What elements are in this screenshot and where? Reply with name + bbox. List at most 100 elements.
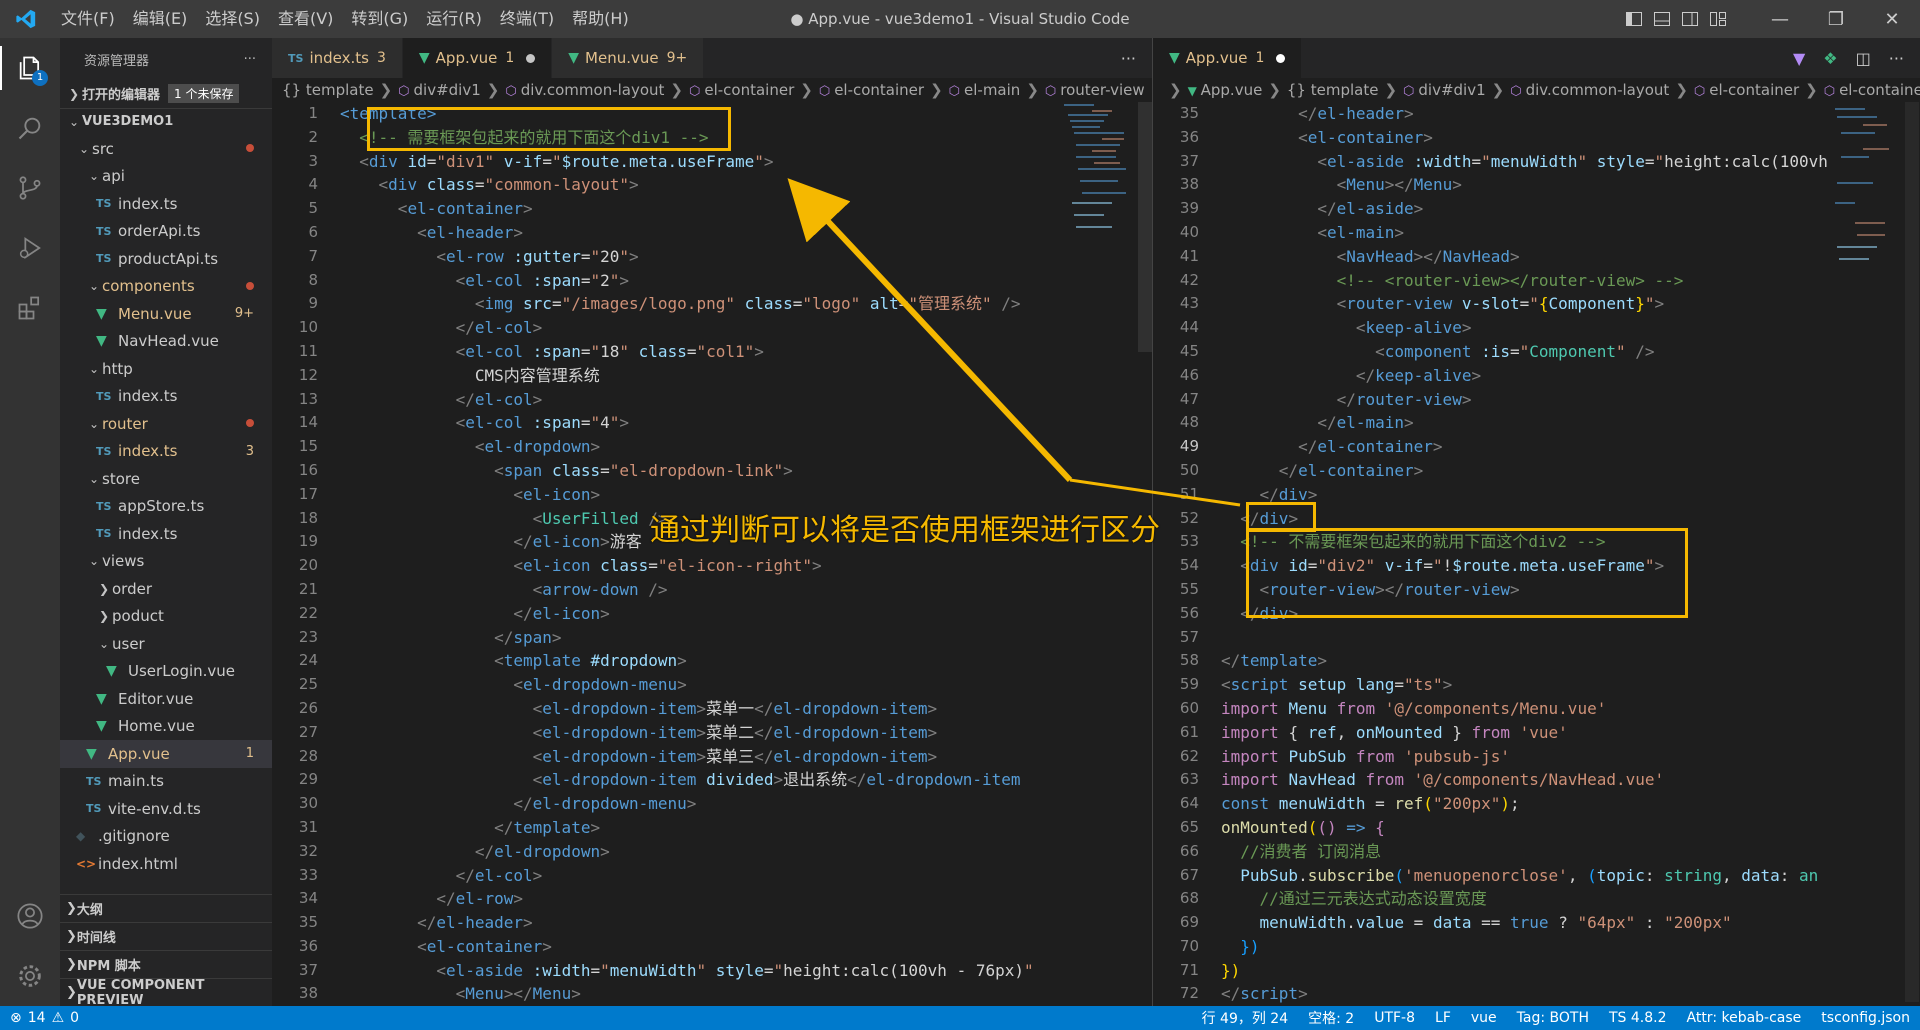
line-number: 15: [298, 437, 318, 456]
restore-button[interactable]: ❐: [1808, 0, 1864, 38]
minimap[interactable]: [1833, 102, 1903, 302]
unsaved-dot-icon[interactable]: [1276, 53, 1286, 63]
status-item[interactable]: TS 4.8.2: [1609, 1010, 1667, 1026]
vue-component-preview-section[interactable]: ❯ VUE COMPONENT PREVIEW: [60, 978, 272, 1006]
tab-index-ts[interactable]: TS index.ts 3: [272, 38, 403, 78]
tree-item[interactable]: ◆ .gitignore: [60, 823, 272, 851]
tab-app-vue[interactable]: ▼ App.vue 1: [402, 38, 553, 78]
tree-item[interactable]: TS orderApi.ts: [60, 218, 272, 246]
run-debug-icon[interactable]: [0, 218, 60, 278]
tree-item[interactable]: ❯ order: [60, 575, 272, 603]
tree-item[interactable]: ⌄ views: [60, 548, 272, 576]
more-actions-icon[interactable]: ···: [1889, 49, 1904, 68]
menu-view[interactable]: 查看(V): [269, 0, 342, 38]
menu-go[interactable]: 转到(G): [342, 0, 417, 38]
workspace-root[interactable]: ⌄ VUE3DEMO1: [60, 107, 272, 136]
tree-item[interactable]: TS vite-env.d.ts: [60, 795, 272, 823]
explorer-icon[interactable]: 1: [0, 38, 60, 98]
status-item[interactable]: LF: [1435, 1010, 1451, 1026]
breadcrumb-item[interactable]: ⬡ el-container: [819, 81, 924, 99]
tab-app-vue[interactable]: ▼ App.vue 1: [1153, 38, 1303, 78]
tree-item[interactable]: ❯ poduct: [60, 603, 272, 631]
tree-item[interactable]: ⌄ user: [60, 630, 272, 658]
menu-help[interactable]: 帮助(H): [563, 0, 638, 38]
accounts-icon[interactable]: [0, 886, 60, 946]
status-item[interactable]: Tag: BOTH: [1517, 1010, 1589, 1026]
breadcrumb-item[interactable]: ⬡ el-container: [1824, 81, 1920, 99]
tree-item[interactable]: TS index.ts: [60, 383, 272, 411]
menu-edit[interactable]: 编辑(E): [124, 0, 197, 38]
breadcrumb-item[interactable]: {} template: [282, 81, 374, 99]
more-actions-icon[interactable]: ···: [1121, 49, 1136, 68]
tree-item[interactable]: ▼ Menu.vue 9+: [60, 300, 272, 328]
tree-item[interactable]: TS index.ts: [60, 520, 272, 548]
tree-item[interactable]: TS index.ts 3: [60, 438, 272, 466]
vertical-scrollbar[interactable]: [1905, 102, 1919, 1002]
toggle-secondary-sidebar-icon[interactable]: [1676, 0, 1704, 38]
tree-item[interactable]: TS index.ts: [60, 190, 272, 218]
breadcrumb-item[interactable]: ⬡ el-main: [949, 81, 1021, 99]
toggle-sidebar-icon[interactable]: [1620, 0, 1648, 38]
close-button[interactable]: ✕: [1864, 0, 1920, 38]
status-item[interactable]: tsconfig.json: [1821, 1010, 1910, 1026]
manage-gear-icon[interactable]: [0, 946, 60, 1006]
outline-section[interactable]: ❯ 大纲: [60, 894, 272, 922]
breadcrumb-item[interactable]: ⬡ div#div1: [398, 81, 481, 99]
menu-file[interactable]: 文件(F): [52, 0, 124, 38]
tree-item[interactable]: ⌄ store: [60, 465, 272, 493]
open-editors-section[interactable]: ❯ 打开的编辑器 1 个未保存: [60, 80, 272, 108]
breadcrumb-item[interactable]: ⬡ router-view: [1045, 81, 1145, 99]
minimize-button[interactable]: —: [1752, 0, 1808, 38]
tree-item[interactable]: ⌄ router: [60, 410, 272, 438]
breadcrumb-item[interactable]: ⬡ div.common-layout: [505, 81, 664, 99]
tree-item[interactable]: ⌄ components: [60, 273, 272, 301]
vue-preview-icon[interactable]: ▼: [1793, 49, 1805, 68]
status-item[interactable]: 空格: 2: [1308, 1008, 1354, 1028]
menu-terminal[interactable]: 终端(T): [491, 0, 563, 38]
search-icon[interactable]: [0, 98, 60, 158]
status-item[interactable]: 行 49，列 24: [1202, 1008, 1289, 1028]
customize-layout-icon[interactable]: [1704, 0, 1732, 38]
menu-selection[interactable]: 选择(S): [196, 0, 269, 38]
tree-item[interactable]: ▼ App.vue 1: [60, 740, 272, 768]
tab-menu-vue[interactable]: ▼ Menu.vue 9+: [552, 38, 705, 78]
code-line: }): [1221, 935, 1828, 959]
tree-item[interactable]: ▼ Home.vue: [60, 713, 272, 741]
menu-run[interactable]: 运行(R): [417, 0, 491, 38]
explorer-more-icon[interactable]: ···: [244, 52, 256, 67]
tree-item[interactable]: ⌄ http: [60, 355, 272, 383]
tree-item[interactable]: ⌄ api: [60, 163, 272, 191]
split-vue-icon[interactable]: ❖: [1823, 49, 1837, 68]
tree-item[interactable]: ▼ UserLogin.vue: [60, 658, 272, 686]
toggle-panel-icon[interactable]: [1648, 0, 1676, 38]
tree-item[interactable]: ⌄ src: [60, 135, 272, 163]
minimap[interactable]: [1062, 102, 1132, 302]
breadcrumb-item[interactable]: ⬡ el-container: [689, 81, 794, 99]
problems-indicator[interactable]: ⊗ 14 ⚠ 0: [0, 1010, 79, 1026]
code-editor[interactable]: 1 2 3 4 5 6 7 8 9 10 11 12 13 14 15 16 17 18 19 20 21 22 23 24 2…: [272, 102, 1152, 1006]
npm-scripts-section[interactable]: ❯ NPM 脚本: [60, 950, 272, 978]
code-token: <: [436, 960, 446, 980]
tree-item[interactable]: <> index.html: [60, 850, 272, 878]
status-item[interactable]: Attr: kebab-case: [1687, 1010, 1802, 1026]
extensions-icon[interactable]: [0, 278, 60, 338]
source-control-icon[interactable]: [0, 158, 60, 218]
breadcrumb-item[interactable]: ⬡ el-container: [1694, 81, 1799, 99]
breadcrumb-item[interactable]: {} template: [1287, 81, 1379, 99]
tree-item[interactable]: ▼ Editor.vue: [60, 685, 272, 713]
breadcrumb-item[interactable]: ⬡ div#div1: [1403, 81, 1486, 99]
status-item[interactable]: UTF-8: [1374, 1010, 1415, 1026]
breadcrumb-item[interactable]: ▼ App.vue: [1188, 81, 1263, 99]
vertical-scrollbar[interactable]: [1138, 102, 1152, 352]
tree-item[interactable]: TS productApi.ts: [60, 245, 272, 273]
breadcrumb-item[interactable]: ⬡ div.common-layout: [1510, 81, 1669, 99]
tree-item[interactable]: TS appStore.ts: [60, 493, 272, 521]
unsaved-dot-icon[interactable]: [526, 53, 536, 63]
tree-item[interactable]: TS main.ts: [60, 768, 272, 796]
code-token: </: [754, 746, 774, 766]
tree-item[interactable]: ▼ NavHead.vue: [60, 328, 272, 356]
status-item[interactable]: vue: [1471, 1010, 1497, 1026]
split-editor-icon[interactable]: ◫: [1856, 49, 1871, 68]
timeline-section[interactable]: ❯ 时间线: [60, 922, 272, 950]
